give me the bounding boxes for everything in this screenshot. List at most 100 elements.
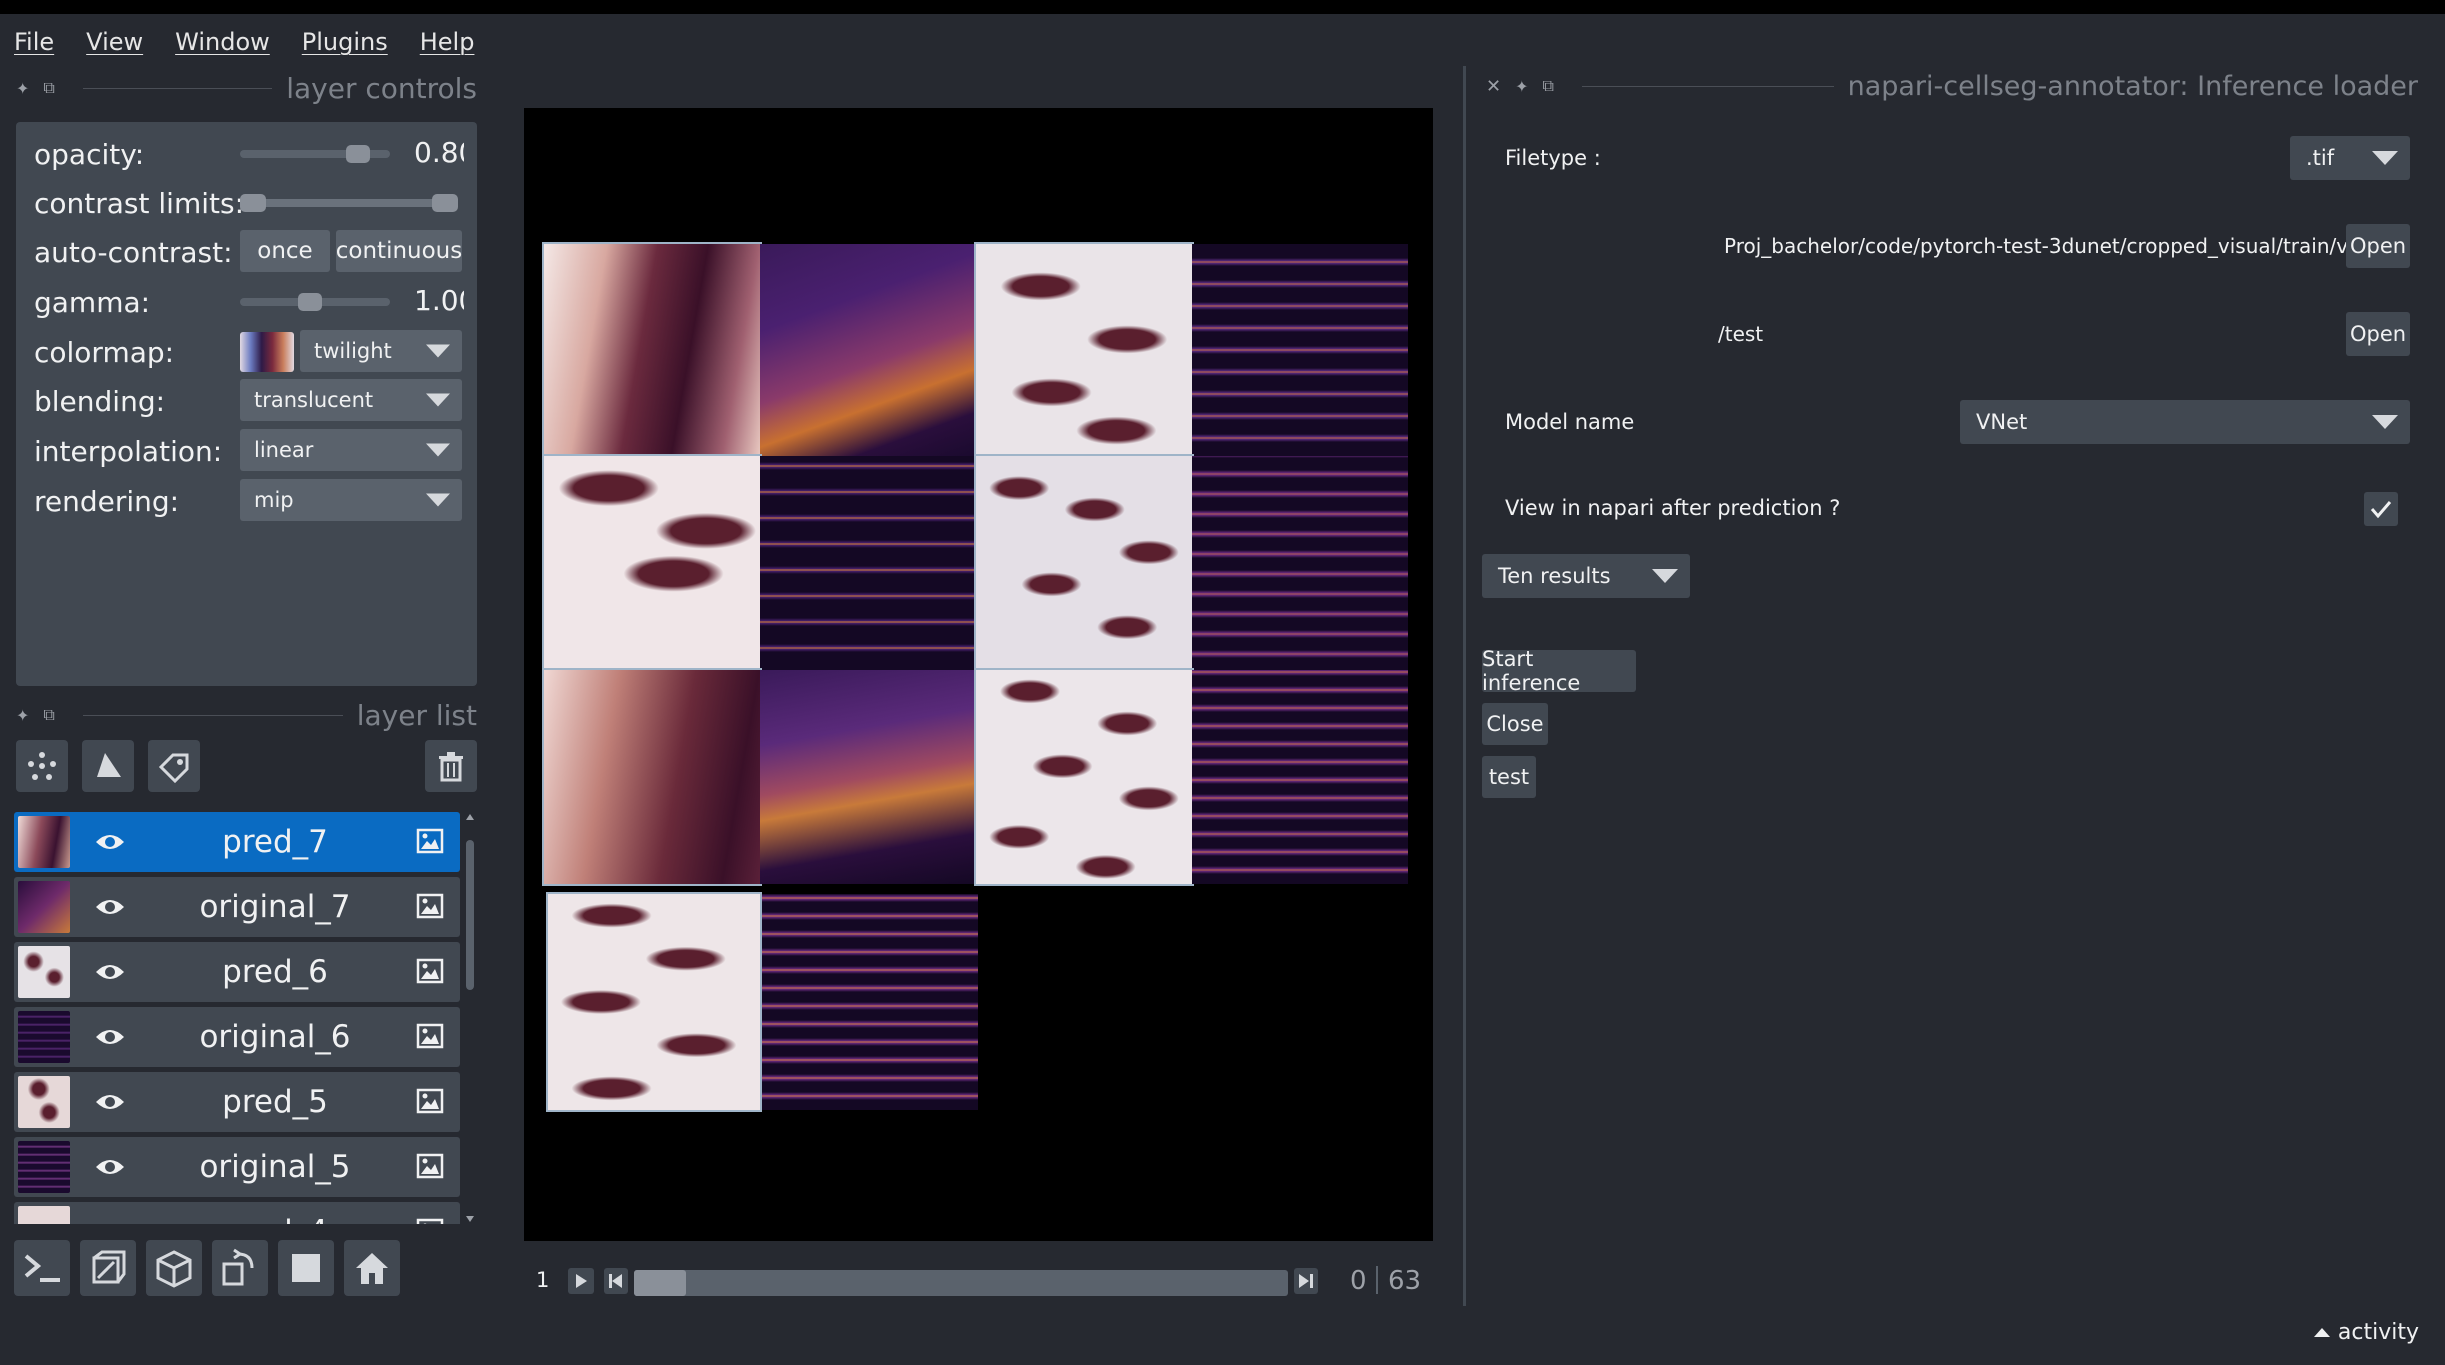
layer-name[interactable]: pred_4: [142, 1214, 408, 1224]
continuous-button[interactable]: continuous: [336, 230, 462, 272]
transpose-button[interactable]: [212, 1240, 268, 1296]
new-points-layer-button[interactable]: [16, 740, 68, 792]
shapes-icon: [97, 753, 121, 777]
play-button[interactable]: [568, 1268, 594, 1294]
menu-file[interactable]: File: [14, 28, 54, 56]
gamma-value[interactable]: 1.00: [414, 284, 464, 317]
menu-help[interactable]: Help: [420, 28, 475, 56]
blending-label: blending:: [34, 384, 166, 418]
new-labels-layer-button[interactable]: [148, 740, 200, 792]
layer-name[interactable]: original_6: [142, 1019, 408, 1055]
model-select[interactable]: VNet: [1960, 400, 2410, 444]
results-count-value: Ten results: [1498, 564, 1611, 588]
float-icon[interactable]: ✦: [16, 79, 29, 98]
layer-row[interactable]: original_5: [14, 1137, 460, 1197]
scrollbar-thumb[interactable]: [466, 840, 474, 990]
pred-tile: [546, 892, 762, 1112]
dims-current[interactable]: 0: [1350, 1266, 1367, 1296]
pred-tile: [542, 668, 762, 886]
layer-name[interactable]: pred_5: [142, 1084, 408, 1120]
interpolation-label: interpolation:: [34, 434, 223, 468]
results-count-select[interactable]: Ten results: [1482, 554, 1690, 598]
scroll-up-icon[interactable]: [466, 814, 474, 820]
undock-icon[interactable]: ⧉: [43, 705, 54, 725]
visibility-eye-icon[interactable]: [94, 828, 126, 856]
scroll-down-icon[interactable]: [466, 1216, 474, 1222]
visibility-eye-icon[interactable]: [94, 1023, 126, 1051]
interpolation-select[interactable]: linear: [240, 429, 462, 471]
visibility-eye-icon[interactable]: [94, 958, 126, 986]
filetype-value: .tif: [2306, 146, 2335, 170]
float-icon[interactable]: ✦: [1515, 77, 1528, 96]
layer-name[interactable]: original_5: [142, 1149, 408, 1185]
image-layer-icon: [416, 828, 444, 854]
reset-view-button[interactable]: [344, 1240, 400, 1296]
layer-row[interactable]: pred_7: [14, 812, 460, 872]
layer-row[interactable]: pred_4: [14, 1202, 460, 1224]
contrast-row: contrast limits:: [34, 181, 256, 225]
blending-select[interactable]: translucent: [240, 379, 462, 421]
toggle-ndisplay-button[interactable]: [80, 1240, 136, 1296]
opacity-label: opacity:: [34, 137, 145, 171]
rotate-icon: [222, 1248, 254, 1286]
layer-name[interactable]: original_7: [142, 889, 408, 925]
visibility-eye-icon[interactable]: [94, 1153, 126, 1181]
roll-dimensions-button[interactable]: [146, 1240, 202, 1296]
window-top-border: [0, 0, 2445, 14]
step-forward-button[interactable]: [1294, 1268, 1318, 1294]
activity-button[interactable]: activity: [2313, 1320, 2419, 1345]
colormap-select[interactable]: twilight: [300, 330, 462, 372]
results-path-field[interactable]: /test: [1718, 322, 1763, 346]
pred-tile: [974, 242, 1194, 458]
undock-icon[interactable]: ⧉: [1543, 76, 1554, 96]
visibility-eye-icon[interactable]: [94, 1088, 126, 1116]
opacity-value[interactable]: 0.80: [414, 136, 464, 169]
contrast-slider[interactable]: [240, 199, 458, 207]
colormap-label: colormap:: [34, 335, 175, 369]
new-shapes-layer-button[interactable]: [82, 740, 134, 792]
filetype-select[interactable]: .tif: [2290, 136, 2410, 180]
menu-plugins[interactable]: Plugins: [302, 28, 388, 56]
once-button[interactable]: once: [240, 230, 330, 272]
contrast-min-handle[interactable]: [240, 194, 266, 212]
contrast-max-handle[interactable]: [432, 194, 458, 212]
layer-list-scrollbar[interactable]: [463, 812, 477, 1224]
step-forward-bar: [1310, 1274, 1313, 1288]
layer-name[interactable]: pred_7: [142, 824, 408, 860]
plugin-titlebar: ✕ ✦ ⧉ napari-cellseg-annotator: Inferenc…: [1486, 68, 2418, 104]
open-results-button[interactable]: Open: [2346, 312, 2410, 356]
layer-name[interactable]: pred_6: [142, 954, 408, 990]
visibility-eye-icon[interactable]: [94, 1218, 126, 1224]
layer-controls-titlebar: ✦ ⧉ layer controls: [16, 70, 477, 106]
open-images-button[interactable]: Open: [2346, 224, 2410, 268]
test-button[interactable]: test: [1482, 756, 1536, 798]
rendering-row: rendering:: [34, 479, 256, 523]
view-after-prediction-checkbox[interactable]: [2364, 492, 2398, 526]
opacity-slider-handle[interactable]: [346, 145, 370, 163]
gamma-slider-handle[interactable]: [298, 293, 322, 311]
close-button[interactable]: Close: [1482, 703, 1548, 745]
dims-slider-track[interactable]: [634, 1270, 1288, 1296]
layer-row[interactable]: pred_6: [14, 942, 460, 1002]
visibility-eye-icon[interactable]: [94, 893, 126, 921]
undock-icon[interactable]: ⧉: [43, 78, 54, 98]
dock-splitter[interactable]: [1463, 66, 1466, 1306]
close-icon[interactable]: ✕: [1486, 76, 1501, 97]
delete-layer-button[interactable]: [425, 740, 477, 792]
viewer-canvas[interactable]: [524, 108, 1433, 1241]
menu-window[interactable]: Window: [175, 28, 270, 56]
gamma-label: gamma:: [34, 285, 151, 319]
dims-slider-handle[interactable]: [634, 1270, 686, 1296]
menu-view[interactable]: View: [86, 28, 143, 56]
start-inference-button[interactable]: Start inference: [1482, 647, 1636, 695]
step-back-button[interactable]: [604, 1268, 628, 1294]
image-path-field[interactable]: Proj_bachelor/code/pytorch-test-3dunet/c…: [1724, 234, 2366, 258]
grid-view-button[interactable]: [278, 1240, 334, 1296]
layer-row[interactable]: pred_5: [14, 1072, 460, 1132]
dims-separator: [1376, 1266, 1378, 1294]
layer-row[interactable]: original_7: [14, 877, 460, 937]
console-button[interactable]: [14, 1240, 70, 1296]
layer-row[interactable]: original_6: [14, 1007, 460, 1067]
rendering-select[interactable]: mip: [240, 479, 462, 521]
float-icon[interactable]: ✦: [16, 706, 29, 725]
